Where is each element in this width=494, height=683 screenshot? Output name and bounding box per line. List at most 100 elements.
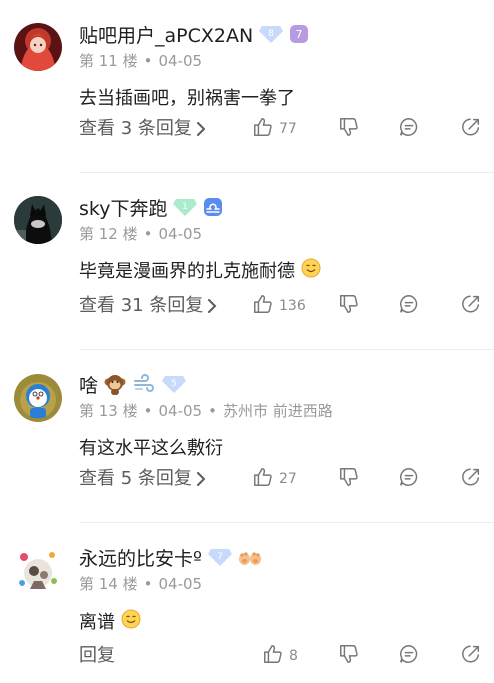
reply-link[interactable]: 回复 xyxy=(79,641,115,671)
comment-actions: 回复 8 xyxy=(0,641,494,671)
diamond-icon: 1 xyxy=(172,197,198,217)
message-icon xyxy=(398,466,420,492)
comment-item: 贴吧用户_aPCX2AN 8 7 第 11 楼 • 04-05 去当插画吧，别祸害一… xyxy=(0,0,494,172)
badge-level: 7 xyxy=(296,28,303,41)
like-button[interactable]: 8 xyxy=(262,643,298,669)
share-button[interactable] xyxy=(460,643,482,669)
comment-text-content: 去当插画吧，别祸害一拳了 xyxy=(79,88,295,109)
post-date: 04-05 xyxy=(158,225,203,243)
like-button[interactable]: 27 xyxy=(252,466,297,492)
wind-emoji-icon xyxy=(132,372,156,396)
comment-button[interactable] xyxy=(398,466,420,492)
like-count: 27 xyxy=(279,471,297,487)
badge-level: 7 xyxy=(217,552,223,562)
floor-number: 第 12 楼 xyxy=(79,225,138,243)
comment-meta: 第 14 楼 • 04-05 xyxy=(79,575,203,593)
smile-emoji-icon xyxy=(121,609,141,638)
dislike-button[interactable] xyxy=(338,466,360,492)
share-icon xyxy=(460,466,482,492)
comment-text: 毕竟是漫画界的扎克施耐德 xyxy=(79,258,321,286)
like-count: 77 xyxy=(279,121,297,137)
like-button[interactable]: 77 xyxy=(252,116,297,142)
avatar[interactable] xyxy=(14,374,62,422)
comment-meta: 第 12 楼 • 04-05 xyxy=(79,225,203,243)
username[interactable]: 永远的比安卡º xyxy=(79,544,202,571)
message-icon xyxy=(398,293,420,319)
thumbs-up-icon xyxy=(252,116,274,142)
view-replies-link[interactable]: 查看 31 条回复 xyxy=(79,291,217,321)
view-replies-label: 查看 31 条回复 xyxy=(79,295,204,316)
comment-item: 啥 5 第 13 楼 • 04-05 • 苏州市 前进西路 有这水平这么敷衍 查看 5 … xyxy=(0,350,494,522)
view-replies-link[interactable]: 查看 3 条回复 xyxy=(79,114,206,144)
chevron-right-icon xyxy=(207,299,217,313)
comment-actions: 查看 31 条回复 136 xyxy=(0,291,494,321)
floor-number: 第 13 楼 xyxy=(79,402,138,420)
smile-emoji-icon xyxy=(301,258,321,287)
thumbs-up-icon xyxy=(252,466,274,492)
thumbs-up-icon xyxy=(262,643,284,669)
view-replies-label: 查看 5 条回复 xyxy=(79,468,192,489)
thumbs-down-icon xyxy=(338,116,360,142)
share-icon xyxy=(460,643,482,669)
like-button[interactable]: 136 xyxy=(252,293,306,319)
floor-number: 第 14 楼 xyxy=(79,575,138,593)
comment-button[interactable] xyxy=(398,116,420,142)
comment-meta: 第 13 楼 • 04-05 • 苏州市 前进西路 xyxy=(79,402,333,420)
post-date: 04-05 xyxy=(158,402,203,420)
comment-actions: 查看 5 条回复 27 xyxy=(0,464,494,494)
avatar[interactable] xyxy=(14,196,62,244)
chevron-right-icon xyxy=(196,472,206,486)
comment-feed: 贴吧用户_aPCX2AN 8 7 第 11 楼 • 04-05 去当插画吧，别祸害一… xyxy=(0,0,494,683)
comment-text: 离谱 xyxy=(79,609,141,637)
chevron-right-icon xyxy=(196,122,206,136)
thumbs-up-icon xyxy=(252,293,274,319)
comment-text-content: 离谱 xyxy=(79,612,115,633)
avatar[interactable] xyxy=(14,545,62,593)
thumbs-down-icon xyxy=(338,466,360,492)
level-icon: 7 xyxy=(289,24,309,44)
thumbs-down-icon xyxy=(338,293,360,319)
dislike-button[interactable] xyxy=(338,116,360,142)
thumbs-down-icon xyxy=(338,643,360,669)
dislike-button[interactable] xyxy=(338,643,360,669)
post-location: 苏州市 前进西路 xyxy=(222,402,333,420)
comment-text-content: 毕竟是漫画界的扎克施耐德 xyxy=(79,261,295,282)
comment-item: sky下奔跑 1 第 12 楼 • 04-05 毕竟是漫画界的扎克施耐德 查看 31… xyxy=(0,173,494,349)
comment-button[interactable] xyxy=(398,643,420,669)
reply-label: 回复 xyxy=(79,645,115,666)
comment-text: 有这水平这么敷衍 xyxy=(79,435,223,463)
message-icon xyxy=(398,643,420,669)
like-count: 8 xyxy=(289,648,298,664)
username[interactable]: 啥 xyxy=(79,371,98,398)
username[interactable]: 贴吧用户_aPCX2AN xyxy=(79,21,253,48)
view-replies-label: 查看 3 条回复 xyxy=(79,118,192,139)
comment-actions: 查看 3 条回复 77 xyxy=(0,114,494,144)
message-icon xyxy=(398,116,420,142)
share-icon xyxy=(460,293,482,319)
share-button[interactable] xyxy=(460,293,482,319)
paws-emoji-icon xyxy=(238,546,262,568)
badge-level: 8 xyxy=(268,29,274,39)
diamond-icon: 8 xyxy=(258,24,284,44)
diamond-icon: 7 xyxy=(207,547,233,567)
comment-meta: 第 11 楼 • 04-05 xyxy=(79,52,203,70)
comment-text-content: 有这水平这么敷衍 xyxy=(79,438,223,459)
comment-item: 永远的比安卡º 7 第 14 楼 • 04-05 离谱 回复 8 xyxy=(0,523,494,683)
share-icon xyxy=(460,116,482,142)
badge-level: 5 xyxy=(171,379,177,389)
post-date: 04-05 xyxy=(158,52,203,70)
post-date: 04-05 xyxy=(158,575,203,593)
avatar[interactable] xyxy=(14,23,62,71)
username[interactable]: sky下奔跑 xyxy=(79,194,167,221)
share-button[interactable] xyxy=(460,116,482,142)
badge-level: 1 xyxy=(183,202,189,212)
monkey-emoji-icon xyxy=(103,372,127,396)
comment-button[interactable] xyxy=(398,293,420,319)
view-replies-link[interactable]: 查看 5 条回复 xyxy=(79,464,206,494)
dislike-button[interactable] xyxy=(338,293,360,319)
libra-zodiac-icon xyxy=(203,197,223,217)
floor-number: 第 11 楼 xyxy=(79,52,138,70)
like-count: 136 xyxy=(279,298,306,314)
comment-text: 去当插画吧，别祸害一拳了 xyxy=(79,85,295,113)
share-button[interactable] xyxy=(460,466,482,492)
